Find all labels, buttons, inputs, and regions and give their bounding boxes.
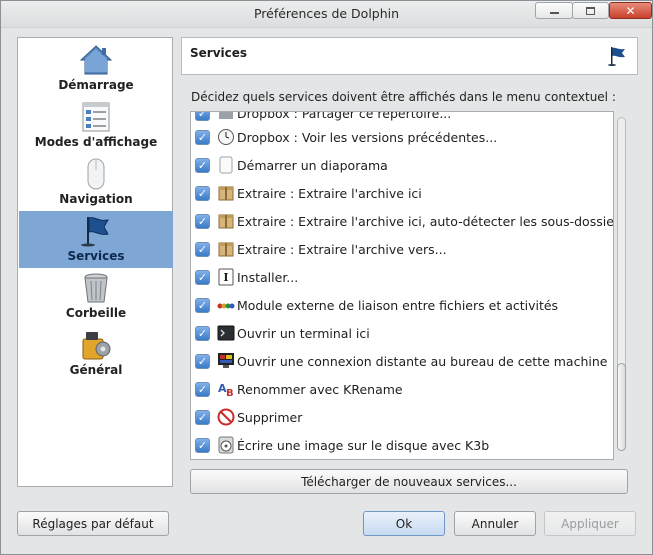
list-item-label: Démarrer un diaporama	[237, 157, 388, 173]
checkbox[interactable]: ✓	[195, 325, 210, 341]
archive-icon	[218, 214, 234, 229]
page-title: Services	[190, 46, 248, 60]
svg-text:B: B	[226, 388, 234, 398]
title-bar[interactable]: Préférences de Dolphin ✕	[1, 1, 652, 28]
sidebar-item-navigation[interactable]: Navigation	[19, 154, 173, 211]
sidebar-item-services[interactable]: Services	[19, 211, 173, 268]
list-item-label: Installer...	[237, 269, 299, 285]
trash-icon	[84, 273, 108, 303]
install-icon: I	[218, 268, 234, 286]
view-modes-icon	[82, 102, 110, 132]
sidebar-item-label: Modes d'affichage	[34, 135, 158, 149]
settings-icon	[82, 332, 111, 360]
checkbox[interactable]: ✓	[195, 437, 210, 453]
checkbox[interactable]: ✓	[195, 157, 210, 173]
list-item[interactable]: ✓ AB Renommer avec KRename	[191, 375, 611, 403]
preferences-window: Préférences de Dolphin ✕ Démarrage Modes…	[0, 0, 653, 555]
list-item-label: Extraire : Extraire l'archive ici, auto-…	[237, 213, 614, 229]
list-item[interactable]: ✓ Ouvrir un terminal ici	[191, 319, 611, 347]
close-icon: ✕	[625, 3, 636, 18]
page-header: Services	[181, 37, 638, 75]
list-item-label: Extraire : Extraire l'archive ici	[237, 185, 422, 201]
list-item-label: Supprimer	[237, 409, 303, 425]
checkbox[interactable]: ✓	[195, 213, 210, 229]
list-item-label: Module externe de liaison entre fichiers…	[237, 297, 559, 313]
slideshow-icon	[219, 156, 233, 174]
sidebar-item-modes-affichage[interactable]: Modes d'affichage	[19, 97, 173, 154]
checkbox[interactable]: ✓	[195, 381, 210, 397]
disc-icon	[218, 436, 234, 454]
sidebar-item-label: Corbeille	[65, 306, 127, 320]
terminal-icon	[217, 325, 235, 341]
list-item[interactable]: ✓ Ouvrir une connexion distante au burea…	[191, 347, 611, 375]
list-item-label: Écrire une image sur le disque avec K3b	[237, 437, 490, 453]
list-item-label: Dropbox : Voir les versions précédentes.…	[237, 129, 498, 145]
list-item[interactable]: ✓ Démarrer un diaporama	[191, 151, 611, 179]
list-item[interactable]: ✓ Extraire : Extraire l'archive ici, aut…	[191, 207, 614, 235]
remote-desktop-icon	[218, 353, 234, 368]
list-item[interactable]: ✓ Dropbox : Voir les versions précédente…	[191, 123, 611, 151]
checkbox[interactable]: ✓	[195, 353, 210, 369]
download-services-button[interactable]: Télécharger de nouveaux services...	[190, 469, 628, 494]
flag-icon	[608, 47, 625, 66]
checkbox[interactable]: ✓	[195, 185, 210, 201]
svg-text:I: I	[223, 271, 228, 284]
mouse-icon	[87, 158, 105, 190]
list-item-label: Ouvrir une connexion distante au bureau …	[237, 353, 608, 369]
checkbox[interactable]: ✓	[195, 241, 210, 257]
krename-icon: AB	[218, 382, 234, 398]
clock-icon	[218, 129, 234, 145]
delete-icon	[217, 408, 235, 426]
services-scrollbar[interactable]	[615, 111, 629, 460]
apply-button[interactable]: Appliquer	[544, 511, 636, 536]
home-icon	[80, 45, 112, 75]
services-list[interactable]: ✓ Dropbox : Partager ce répertoire... ✓ …	[190, 111, 614, 460]
category-sidebar: Démarrage Modes d'affichage Navigation S…	[17, 37, 173, 487]
list-item[interactable]: ✓ Écrire une image sur le disque avec K3…	[191, 431, 611, 459]
close-button[interactable]: ✕	[609, 2, 652, 19]
list-item[interactable]: ✓ I Installer...	[191, 263, 611, 291]
checkbox[interactable]: ✓	[195, 269, 210, 285]
sidebar-item-label: Services	[67, 249, 125, 263]
list-item[interactable]: ✓ Extraire : Extraire l'archive vers...	[191, 235, 611, 263]
sidebar-item-label: Navigation	[59, 192, 133, 206]
minimize-icon	[549, 12, 559, 14]
list-item-label: Renommer avec KRename	[237, 381, 403, 397]
sidebar-item-general[interactable]: Général	[19, 325, 173, 382]
list-item-label: Ouvrir un terminal ici	[237, 325, 370, 341]
dropbox-icon	[219, 112, 233, 119]
cancel-button[interactable]: Annuler	[454, 511, 536, 536]
services-description: Décidez quels services doivent être affi…	[191, 90, 616, 104]
checkbox[interactable]: ✓	[195, 409, 210, 425]
sidebar-item-corbeille[interactable]: Corbeille	[19, 268, 173, 325]
ok-button[interactable]: Ok	[363, 511, 445, 536]
archive-icon	[218, 242, 234, 257]
list-item-label: Dropbox : Partager ce répertoire...	[237, 111, 452, 121]
checkbox[interactable]: ✓	[195, 297, 210, 313]
sidebar-item-label: Général	[69, 363, 123, 377]
archive-icon	[218, 186, 234, 201]
list-item-label: Extraire : Extraire l'archive vers...	[237, 241, 447, 257]
list-item[interactable]: ✓ Supprimer	[191, 403, 611, 431]
defaults-button[interactable]: Réglages par défaut	[17, 511, 169, 536]
sidebar-item-label: Démarrage	[58, 78, 134, 92]
flag-icon	[81, 217, 109, 247]
maximize-icon	[586, 6, 595, 15]
list-item[interactable]: ✓ Extraire : Extraire l'archive ici	[191, 179, 611, 207]
maximize-button[interactable]	[572, 2, 609, 19]
activities-icon	[217, 303, 235, 309]
sidebar-item-demarrage[interactable]: Démarrage	[19, 40, 173, 97]
checkbox[interactable]: ✓	[195, 112, 210, 121]
list-item[interactable]: ✓ Module externe de liaison entre fichie…	[191, 291, 611, 319]
scrollbar-thumb[interactable]	[617, 363, 626, 451]
minimize-button[interactable]	[535, 2, 573, 19]
checkbox[interactable]: ✓	[195, 129, 210, 145]
